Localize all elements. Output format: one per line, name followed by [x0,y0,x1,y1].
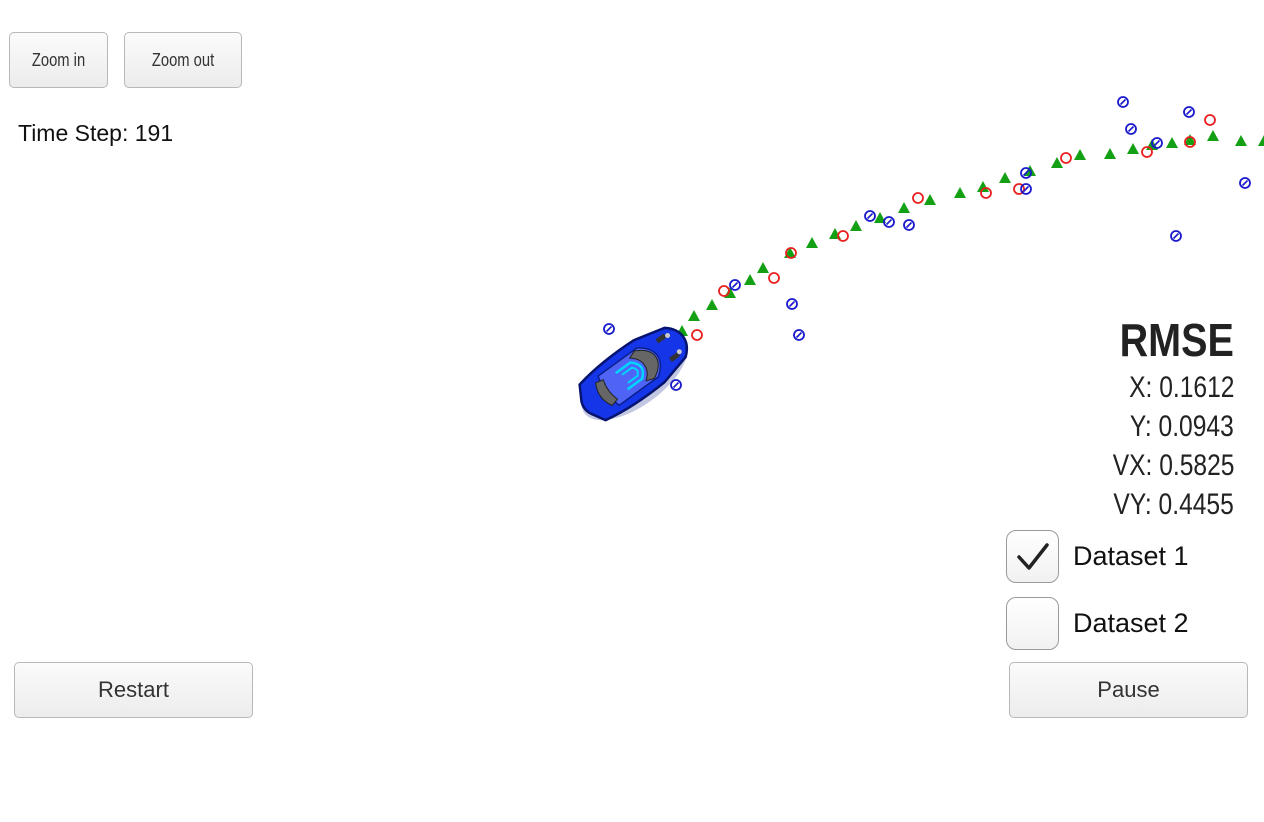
radar-marker [903,219,915,231]
dataset-1-label: Dataset 1 [1073,541,1189,571]
restart-button[interactable]: Restart [14,662,253,718]
radar-marker [1183,106,1195,118]
ground-truth-marker [688,310,700,321]
zoom-in-label: Zoom in [31,49,86,70]
lidar-marker [768,272,780,284]
lidar-marker [837,230,849,242]
dataset-2-checkbox[interactable] [1006,597,1059,650]
radar-marker [670,379,682,391]
ground-truth-marker [1127,143,1139,154]
ground-truth-marker [744,274,756,285]
ground-truth-marker [898,202,910,213]
ground-truth-marker [1166,137,1178,148]
ground-truth-marker [1207,130,1219,141]
lidar-marker [1204,114,1216,126]
ground-truth-marker [850,220,862,231]
lidar-marker [691,329,703,341]
checkmark-icon [1016,542,1049,570]
dataset-1-checkbox[interactable] [1006,530,1059,583]
radar-marker [793,329,805,341]
radar-marker [1239,177,1251,189]
rmse-x-value: X: 0.1612 [1128,371,1234,404]
dataset-2-option[interactable]: Dataset 2 [1006,597,1189,650]
ground-truth-marker [977,181,989,192]
radar-marker [786,298,798,310]
zoom-in-button[interactable]: Zoom in [9,32,108,88]
radar-marker [1170,230,1182,242]
radar-marker [603,323,615,335]
pause-label: Pause [1097,677,1160,702]
ground-truth-marker [954,187,966,198]
pause-button[interactable]: Pause [1009,662,1248,718]
rmse-vx-value: VX: 0.5825 [1112,449,1234,482]
ground-truth-marker [1104,148,1116,159]
radar-marker [1020,183,1032,195]
ground-truth-marker [999,172,1011,183]
radar-marker [864,210,876,222]
dataset-2-label: Dataset 2 [1073,608,1189,638]
restart-label: Restart [98,677,169,702]
rmse-y-value: Y: 0.0943 [1130,410,1234,443]
rmse-title: RMSE [1119,314,1234,366]
radar-marker [1117,96,1129,108]
rmse-vy-value: VY: 0.4455 [1113,488,1234,521]
radar-marker [883,216,895,228]
lidar-marker [1060,152,1072,164]
rmse-panel: RMSE X: 0.1612 Y: 0.0943 VX: 0.5825 VY: … [1086,312,1234,524]
ground-truth-marker [806,237,818,248]
time-step-label: Time Step: 191 [18,120,174,146]
ground-truth-marker [1235,135,1247,146]
dataset-1-option[interactable]: Dataset 1 [1006,530,1189,583]
zoom-out-button[interactable]: Zoom out [124,32,242,88]
radar-marker [729,279,741,291]
ground-truth-marker [924,194,936,205]
simulator-window: Zoom in Zoom out Time Step: 191 RMSE X: … [0,0,1264,822]
ground-truth-marker [706,299,718,310]
ground-truth-marker [1258,135,1264,146]
lidar-marker [912,192,924,204]
ground-truth-marker [1074,149,1086,160]
ground-truth-marker [757,262,769,273]
zoom-out-label: Zoom out [151,49,215,70]
lidar-marker [718,285,730,297]
radar-marker [1125,123,1137,135]
